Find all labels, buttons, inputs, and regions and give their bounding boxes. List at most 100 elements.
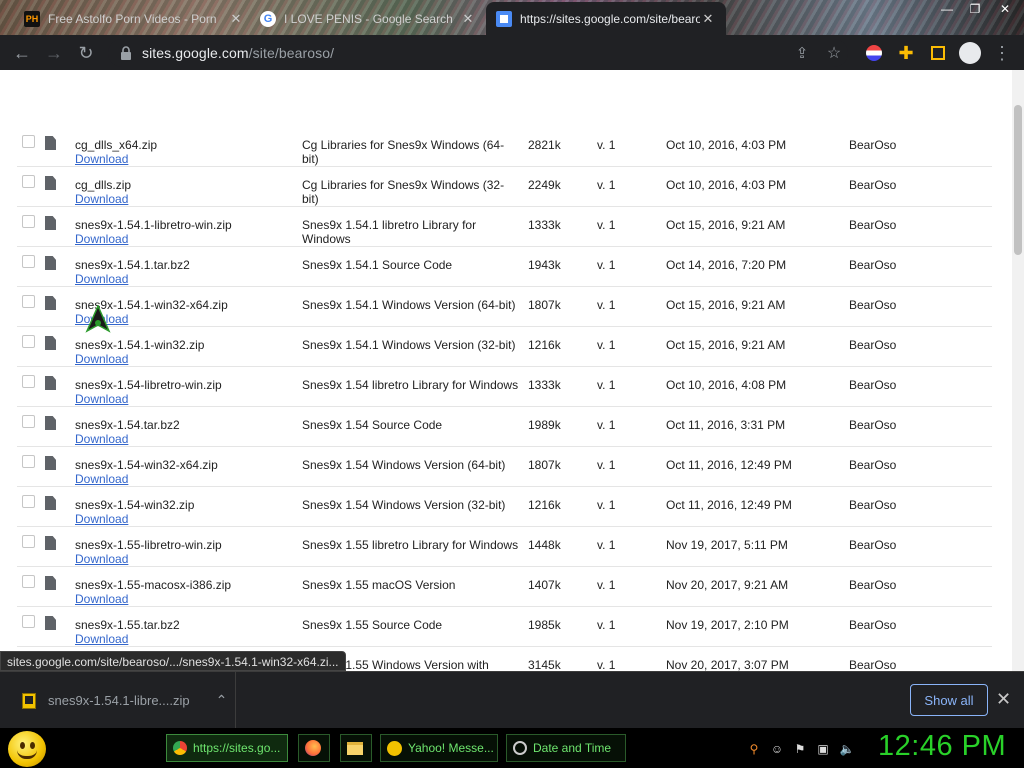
search-icon[interactable]: ⚲: [747, 742, 761, 756]
row-checkbox[interactable]: [22, 575, 35, 588]
file-name: snes9x-1.54-libretro-win.zip: [75, 378, 222, 392]
tab-1[interactable]: PH Free Astolfo Porn Videos - Porn ✕: [14, 2, 254, 35]
file-name-cell: snes9x-1.54-win32-x64.zip Download: [75, 447, 302, 487]
task-yahoo-messenger[interactable]: Yahoo! Messe...: [380, 734, 498, 762]
file-date: Oct 11, 2016, 12:49 PM: [666, 498, 792, 512]
file-name-cell: snes9x-1.54.tar.bz2 Download: [75, 407, 302, 447]
file-size: 1807k: [528, 458, 561, 472]
file-size: 1989k: [528, 418, 561, 432]
close-window-icon[interactable]: ✕: [992, 0, 1018, 18]
pornhub-icon: PH: [24, 10, 40, 27]
extensions-puzzle-icon[interactable]: ✚: [892, 39, 920, 67]
row-checkbox[interactable]: [22, 535, 35, 548]
download-link[interactable]: Download: [75, 232, 302, 246]
file-row: snes9x-1.54.1-win32.zip Download Snes9x 1.…: [17, 327, 992, 367]
task-chrome[interactable]: https://sites.go...: [166, 734, 288, 762]
file-name-cell: snes9x-1.54-win32.zip Download: [75, 487, 302, 527]
file-description: Snes9x 1.54.1 Windows Version (32-bit): [302, 338, 516, 352]
task-date-time[interactable]: Date and Time: [506, 734, 626, 762]
address-bar[interactable]: sites.google.com/site/bearoso/: [108, 39, 848, 67]
volume-icon[interactable]: 🔈: [840, 742, 855, 756]
row-checkbox[interactable]: [22, 255, 35, 268]
tab-2[interactable]: G I LOVE PENIS - Google Search ✕: [250, 2, 486, 35]
menu-kebab-icon[interactable]: ⋮: [988, 39, 1016, 67]
file-size: 1807k: [528, 298, 561, 312]
show-all-button[interactable]: Show all: [910, 684, 988, 716]
row-checkbox-cell: [17, 527, 45, 567]
scrollbar-thumb[interactable]: [1014, 105, 1022, 255]
file-row: snes9x-1.55-macosx-i386.zip Download Snes9…: [17, 567, 992, 607]
row-checkbox[interactable]: [22, 415, 35, 428]
start-smiley-icon[interactable]: [8, 731, 46, 767]
download-link[interactable]: Download: [75, 632, 302, 646]
extension-flag-icon[interactable]: [860, 39, 888, 67]
bookmark-star-icon[interactable]: ☆: [820, 39, 848, 67]
file-author: BearOso: [849, 378, 897, 392]
download-link[interactable]: Download: [75, 512, 302, 526]
row-checkbox[interactable]: [22, 335, 35, 348]
download-link[interactable]: Download: [75, 272, 302, 286]
download-item[interactable]: snes9x-1.54.1-libre....zip ⌃: [0, 672, 236, 729]
download-link[interactable]: Download: [75, 472, 302, 486]
file-version: v. 1: [597, 578, 616, 592]
file-row: snes9x-1.55-libretro-win.zip Download Snes…: [17, 527, 992, 567]
row-checkbox[interactable]: [22, 375, 35, 388]
row-checkbox[interactable]: [22, 495, 35, 508]
restore-icon[interactable]: ❐: [962, 0, 988, 18]
file-version: v. 1: [597, 178, 616, 192]
row-checkbox[interactable]: [22, 135, 35, 148]
reload-icon[interactable]: ↻: [72, 39, 100, 67]
row-checkbox[interactable]: [22, 295, 35, 308]
download-link[interactable]: Download: [75, 152, 302, 166]
row-checkbox-cell: [17, 327, 45, 367]
row-checkbox[interactable]: [22, 215, 35, 228]
download-link[interactable]: Download: [75, 392, 302, 406]
file-size: 1333k: [528, 218, 561, 232]
download-link[interactable]: Download: [75, 432, 302, 446]
close-icon[interactable]: ✕: [700, 11, 716, 27]
file-description: Snes9x 1.55 macOS Version: [302, 578, 456, 592]
file-name: snes9x-1.54-win32.zip: [75, 498, 195, 512]
folder-icon: [347, 741, 363, 755]
file-date: Oct 15, 2016, 9:21 AM: [666, 298, 786, 312]
download-link[interactable]: Download: [75, 352, 302, 366]
minimize-icon[interactable]: —: [934, 0, 960, 18]
share-icon[interactable]: ⇪: [788, 39, 816, 67]
file-size: 1333k: [528, 378, 561, 392]
close-icon[interactable]: ✕: [996, 689, 1011, 710]
tab-title: I LOVE PENIS - Google Search: [284, 11, 453, 26]
tab-3[interactable]: https://sites.google.com/site/bearoso ✕: [486, 2, 726, 35]
file-name: cg_dlls_x64.zip: [75, 138, 158, 152]
file-author: BearOso: [849, 138, 897, 152]
flag-icon[interactable]: ⚑: [793, 742, 807, 756]
url-path: /site/bearoso/: [248, 45, 335, 61]
download-link[interactable]: Download: [75, 552, 302, 566]
profile-avatar-icon[interactable]: [956, 39, 984, 67]
tab-title: Free Astolfo Porn Videos - Porn: [48, 11, 217, 26]
row-checkbox[interactable]: [22, 175, 35, 188]
download-link[interactable]: Download: [75, 592, 302, 606]
row-checkbox[interactable]: [22, 615, 35, 628]
file-icon: [45, 496, 56, 510]
file-icon: [45, 216, 56, 230]
file-size: 2249k: [528, 178, 561, 192]
close-icon[interactable]: ✕: [228, 11, 244, 27]
file-row: cg_dlls.zip Download Cg Libraries for Snes…: [17, 167, 992, 207]
file-name-cell: snes9x-1.55.tar.bz2 Download: [75, 607, 302, 647]
file-icon-cell: [45, 167, 75, 207]
file-version: v. 1: [597, 218, 616, 232]
task-explorer[interactable]: [340, 734, 372, 762]
forward-icon[interactable]: →: [40, 39, 68, 67]
system-clock[interactable]: 12:46 PM: [878, 730, 1006, 763]
task-firefox[interactable]: [298, 734, 330, 762]
download-link[interactable]: Download: [75, 192, 302, 206]
close-icon[interactable]: ✕: [460, 11, 476, 27]
network-icon[interactable]: ▣: [816, 742, 830, 756]
back-icon[interactable]: ←: [8, 39, 36, 67]
chevron-up-icon[interactable]: ⌃: [216, 692, 228, 709]
row-checkbox[interactable]: [22, 455, 35, 468]
messenger-tray-icon[interactable]: ☺: [770, 742, 784, 756]
file-description: Snes9x 1.54 Source Code: [302, 418, 443, 432]
file-date: Oct 10, 2016, 4:03 PM: [666, 138, 787, 152]
side-panel-icon[interactable]: [924, 39, 952, 67]
